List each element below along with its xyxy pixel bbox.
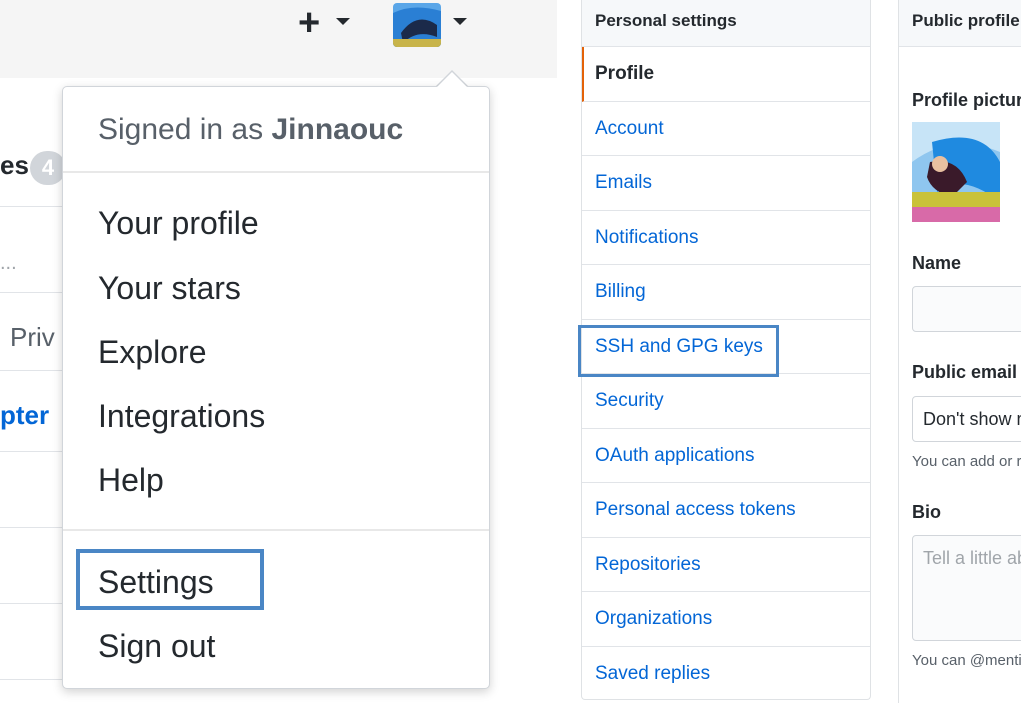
tab-fragment: es [0, 150, 29, 180]
name-field[interactable] [912, 286, 1021, 332]
user-dropdown-menu: Signed in as Jinnaouc Your profile Your … [62, 86, 490, 689]
signed-in-prefix: Signed in as [98, 113, 264, 146]
public-email-select[interactable]: Don't show my email address [912, 396, 1021, 442]
bio-textarea[interactable]: Tell a little about yourself [912, 535, 1021, 641]
avatar-image [393, 3, 441, 47]
github-header-panel: + es 4 ... Priv pter Signed in as Jinnao… [0, 0, 557, 703]
divider [0, 292, 70, 293]
nav-item-repositories[interactable]: Repositories [582, 538, 870, 592]
menu-item-integrations[interactable]: Integrations [98, 398, 265, 435]
profile-picture-image [912, 122, 1000, 222]
divider [0, 370, 70, 371]
menu-divider [63, 171, 489, 173]
menu-divider [63, 529, 489, 531]
menu-item-help[interactable]: Help [98, 462, 164, 499]
profile-picture[interactable] [912, 122, 1000, 222]
create-new-button[interactable]: + [298, 4, 320, 42]
ssh-keys-highlight-box [578, 325, 779, 377]
menu-item-sign-out[interactable]: Sign out [98, 628, 215, 665]
menu-item-your-stars[interactable]: Your stars [98, 270, 241, 307]
bio-help-note: You can @mention other users and organiz… [912, 652, 1021, 669]
name-label: Name [912, 253, 962, 273]
public-profile-title: Public profile [899, 0, 1021, 47]
nav-item-saved-replies[interactable]: Saved replies [582, 647, 870, 702]
nav-item-oauth-applications[interactable]: OAuth applications [582, 429, 870, 483]
menu-item-your-profile[interactable]: Your profile [98, 205, 259, 242]
divider [0, 679, 70, 680]
nav-item-organizations[interactable]: Organizations [582, 592, 870, 647]
email-help-note: You can add or remove verified email add… [912, 453, 1021, 470]
username: Jinnaouc [271, 113, 404, 146]
count-badge: 4 [30, 151, 66, 185]
signed-in-text: Signed in as Jinnaouc [98, 113, 403, 147]
divider [0, 527, 70, 528]
nav-item-account[interactable]: Account [582, 102, 870, 156]
user-avatar-button[interactable] [393, 3, 441, 47]
public-email-label: Public email [912, 362, 1018, 382]
profile-picture-label: Profile picture [912, 90, 1021, 110]
nav-item-security[interactable]: Security [582, 374, 870, 429]
settings-nav-title: Personal settings [582, 0, 870, 47]
repo-link-fragment[interactable]: pter [0, 400, 49, 431]
dropdown-pointer-fill [437, 72, 467, 87]
divider [0, 603, 70, 604]
chevron-down-icon[interactable] [336, 18, 350, 25]
public-profile-panel: Public profile Profile picture Name Publ… [898, 0, 1021, 703]
bio-label: Bio [912, 502, 941, 522]
nav-item-personal-access-tokens[interactable]: Personal access tokens [582, 483, 870, 538]
top-header-bar [0, 0, 557, 78]
nav-item-billing[interactable]: Billing [582, 265, 870, 320]
divider [0, 206, 70, 207]
menu-item-explore[interactable]: Explore [98, 334, 207, 371]
menu-item-settings[interactable]: Settings [98, 564, 214, 601]
nav-item-emails[interactable]: Emails [582, 156, 870, 211]
search-fragment: ... [0, 252, 17, 274]
nav-item-notifications[interactable]: Notifications [582, 211, 870, 265]
divider [0, 451, 70, 452]
privacy-fragment: Priv [10, 322, 55, 352]
nav-item-profile[interactable]: Profile [582, 47, 870, 102]
chevron-down-icon[interactable] [453, 18, 467, 25]
